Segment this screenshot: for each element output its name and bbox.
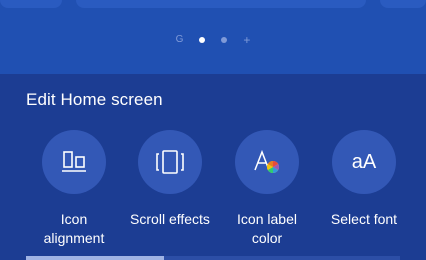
icon-alignment-button[interactable]: Icon alignment (24, 130, 124, 248)
scroll-effects-icon (156, 150, 184, 174)
options-scrollbar-thumb[interactable] (26, 256, 164, 260)
scroll-effects-button[interactable]: Scroll effects (120, 130, 220, 229)
icon-label-color-icon (254, 149, 280, 173)
scroll-effects-label: Scroll effects (130, 211, 210, 227)
icon-alignment-label: Icon alignment (43, 211, 105, 246)
icon-label-color-button[interactable]: Icon label color (217, 130, 317, 248)
g-page-icon[interactable]: G (176, 33, 184, 47)
select-font-button[interactable]: aA Select font (314, 130, 414, 229)
page-dot-active[interactable] (199, 37, 206, 43)
page-indicators: G + (0, 33, 426, 47)
select-font-icon: aA (351, 150, 377, 173)
preview-page-right (380, 0, 426, 8)
icon-alignment-icon (62, 151, 86, 172)
preview-page-center[interactable] (76, 0, 366, 8)
preview-page-left (0, 0, 62, 8)
scroll-effects-circle (138, 130, 202, 194)
home-preview: G + (0, 0, 426, 74)
icon-alignment-circle (42, 130, 106, 194)
page-dot-inactive[interactable] (221, 37, 228, 43)
edit-home-panel: Edit Home screen Icon alignment Scroll e… (0, 74, 426, 260)
icon-label-color-label: Icon label color (237, 211, 297, 246)
add-page-icon[interactable]: + (243, 33, 250, 47)
select-font-label: Select font (330, 211, 398, 227)
panel-title: Edit Home screen (26, 90, 163, 109)
select-font-circle: aA (332, 130, 396, 194)
icon-label-color-circle (235, 130, 299, 194)
